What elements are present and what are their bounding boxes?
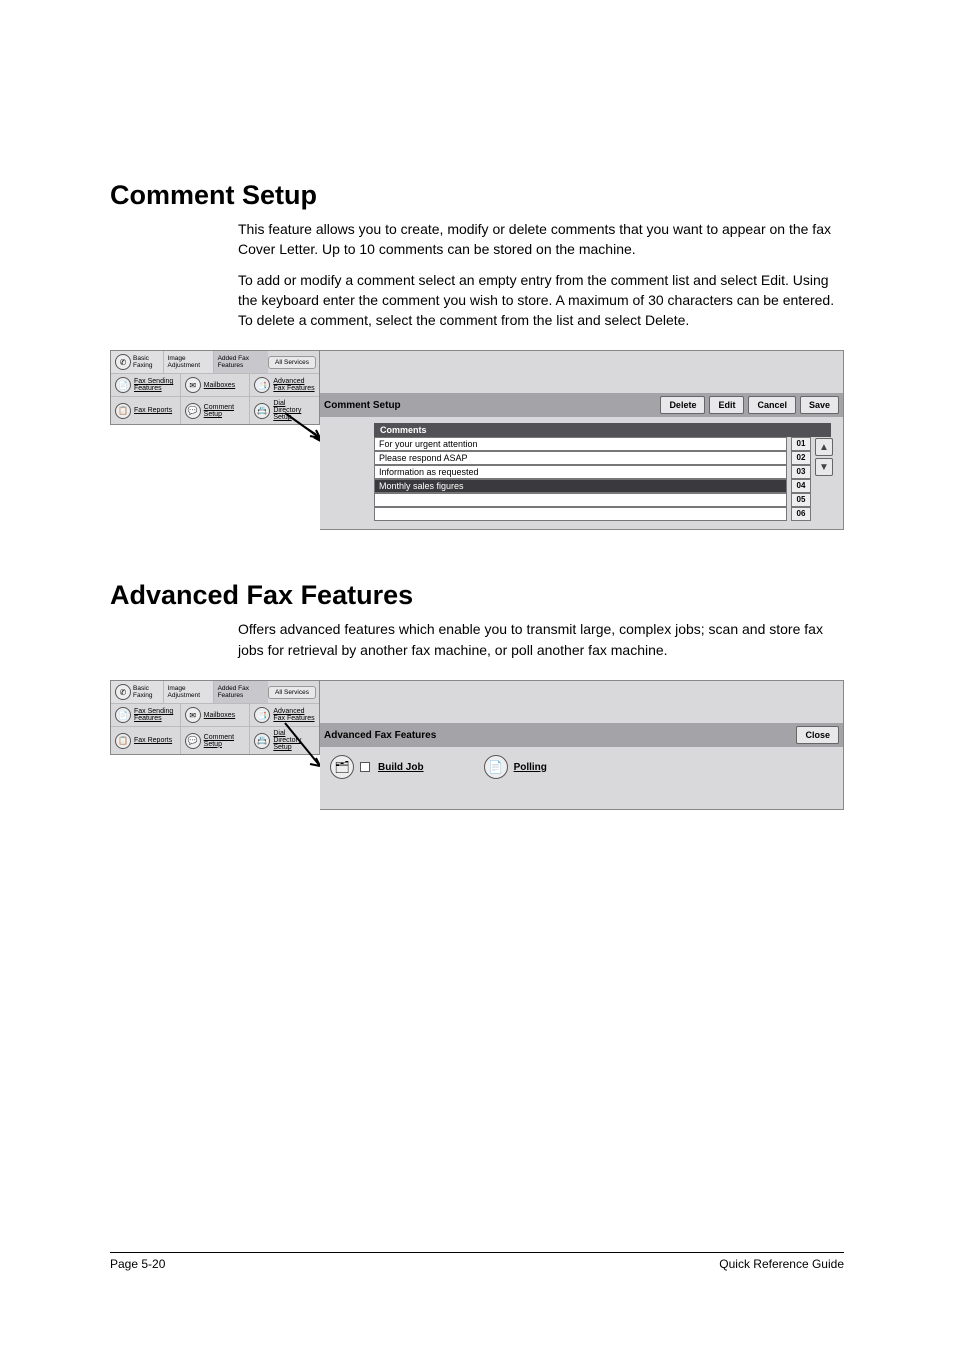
tab-image-adjustment[interactable]: Image Adjustment bbox=[164, 351, 214, 373]
comment-index: 01 bbox=[791, 437, 811, 451]
tab-label: Added Fax Features bbox=[218, 355, 264, 369]
all-services-button[interactable]: All Services bbox=[268, 356, 316, 369]
delete-button[interactable]: Delete bbox=[660, 396, 705, 414]
comment-index: 03 bbox=[791, 465, 811, 479]
comment-index: 02 bbox=[791, 451, 811, 465]
btn-comment-setup[interactable]: 💬 Comment Setup bbox=[181, 727, 251, 754]
btn-label: Fax Reports bbox=[134, 407, 172, 414]
advanced-icon: 📑 bbox=[254, 377, 270, 393]
polling-label: Polling bbox=[514, 762, 547, 773]
tab-label: Basic Faxing bbox=[133, 685, 159, 699]
comment-text: Monthly sales figures bbox=[374, 479, 787, 493]
comment-row[interactable]: 06 bbox=[374, 507, 815, 521]
btn-mailboxes[interactable]: ✉ Mailboxes bbox=[181, 704, 251, 726]
save-button[interactable]: Save bbox=[800, 396, 839, 414]
reports-icon: 📋 bbox=[115, 733, 131, 749]
btn-label: Comment Setup bbox=[204, 734, 246, 748]
comment-index: 06 bbox=[791, 507, 811, 521]
footer-page-number: Page 5-20 bbox=[110, 1257, 165, 1271]
btn-fax-sending[interactable]: 📄 Fax Sending Features bbox=[111, 704, 181, 726]
screenshot-comment-setup: ✆ Basic Faxing Image Adjustment Added Fa… bbox=[110, 350, 844, 530]
panel-title: Advanced Fax Features bbox=[324, 730, 792, 741]
fax-icon: ✆ bbox=[115, 684, 131, 700]
btn-label: Comment Setup bbox=[204, 404, 246, 418]
tab-added-fax-features[interactable]: Added Fax Features bbox=[214, 681, 268, 703]
tab-label: Image Adjustment bbox=[168, 355, 209, 369]
btn-label: Fax Reports bbox=[134, 737, 172, 744]
tab-label: Image Adjustment bbox=[168, 685, 209, 699]
advanced-fax-panel: Advanced Fax Features Close 🗂 Build Job … bbox=[320, 680, 844, 810]
build-job-label: Build Job bbox=[378, 762, 424, 773]
document-icon: 📄 bbox=[115, 707, 131, 723]
page-footer: Page 5-20 Quick Reference Guide bbox=[110, 1252, 844, 1271]
comment-row[interactable]: Please respond ASAP 02 bbox=[374, 451, 815, 465]
comment-row[interactable]: 05 bbox=[374, 493, 815, 507]
close-button[interactable]: Close bbox=[796, 726, 839, 744]
btn-label: Fax Sending Features bbox=[134, 708, 176, 722]
tab-added-fax-features[interactable]: Added Fax Features bbox=[214, 351, 268, 373]
fax-icon: ✆ bbox=[115, 354, 131, 370]
btn-fax-reports[interactable]: 📋 Fax Reports bbox=[111, 727, 181, 754]
comment-text: Information as requested bbox=[374, 465, 787, 479]
comment-index: 05 bbox=[791, 493, 811, 507]
btn-fax-reports[interactable]: 📋 Fax Reports bbox=[111, 397, 181, 424]
checkbox-icon bbox=[360, 762, 370, 772]
directory-icon: 📇 bbox=[254, 403, 270, 419]
cancel-button[interactable]: Cancel bbox=[748, 396, 796, 414]
btn-comment-setup[interactable]: 💬 Comment Setup bbox=[181, 397, 251, 424]
advanced-icon: 📑 bbox=[254, 707, 270, 723]
comment-row[interactable]: For your urgent attention 01 bbox=[374, 437, 815, 451]
comment-row[interactable]: Information as requested 03 bbox=[374, 465, 815, 479]
comment-icon: 💬 bbox=[185, 403, 201, 419]
tab-image-adjustment[interactable]: Image Adjustment bbox=[164, 681, 214, 703]
all-services-button[interactable]: All Services bbox=[268, 686, 316, 699]
tab-label: Basic Faxing bbox=[133, 355, 159, 369]
tab-label: Added Fax Features bbox=[218, 685, 264, 699]
btn-label: Mailboxes bbox=[204, 712, 236, 719]
comment-icon: 💬 bbox=[185, 733, 201, 749]
tab-basic-faxing[interactable]: ✆ Basic Faxing bbox=[111, 351, 164, 373]
edit-button[interactable]: Edit bbox=[709, 396, 744, 414]
comment-index: 04 bbox=[791, 479, 811, 493]
scroll-down-button[interactable]: ▼ bbox=[815, 458, 833, 476]
mailbox-icon: ✉ bbox=[185, 707, 201, 723]
btn-fax-sending[interactable]: 📄 Fax Sending Features bbox=[111, 374, 181, 396]
comments-header: Comments bbox=[374, 423, 831, 437]
comment-text: For your urgent attention bbox=[374, 437, 787, 451]
build-job-button[interactable]: 🗂 Build Job bbox=[330, 755, 424, 779]
footer-doc-title: Quick Reference Guide bbox=[719, 1257, 844, 1271]
comment-text bbox=[374, 507, 787, 521]
tab-basic-faxing[interactable]: ✆ Basic Faxing bbox=[111, 681, 164, 703]
screenshot-advanced-fax: ✆ Basic Faxing Image Adjustment Added Fa… bbox=[110, 680, 844, 810]
directory-icon: 📇 bbox=[254, 733, 270, 749]
polling-icon: 📄 bbox=[484, 755, 508, 779]
btn-advanced-fax[interactable]: 📑 Advanced Fax Features bbox=[250, 374, 319, 396]
btn-mailboxes[interactable]: ✉ Mailboxes bbox=[181, 374, 251, 396]
comment-text bbox=[374, 493, 787, 507]
para-comment-setup-1: This feature allows you to create, modif… bbox=[110, 219, 844, 260]
reports-icon: 📋 bbox=[115, 403, 131, 419]
comment-row[interactable]: Monthly sales figures 04 bbox=[374, 479, 815, 493]
polling-button[interactable]: 📄 Polling bbox=[484, 755, 547, 779]
panel-title: Comment Setup bbox=[324, 400, 656, 411]
btn-label: Fax Sending Features bbox=[134, 378, 176, 392]
build-job-icon: 🗂 bbox=[330, 755, 354, 779]
para-advanced-fax-1: Offers advanced features which enable yo… bbox=[110, 619, 844, 660]
btn-label: Advanced Fax Features bbox=[273, 378, 315, 392]
comment-setup-panel: Comment Setup Delete Edit Cancel Save Co… bbox=[320, 350, 844, 530]
document-icon: 📄 bbox=[115, 377, 131, 393]
btn-label: Mailboxes bbox=[204, 382, 236, 389]
section-title-comment-setup: Comment Setup bbox=[110, 180, 844, 211]
section-title-advanced-fax: Advanced Fax Features bbox=[110, 580, 844, 611]
scroll-up-button[interactable]: ▲ bbox=[815, 438, 833, 456]
comment-text: Please respond ASAP bbox=[374, 451, 787, 465]
para-comment-setup-2: To add or modify a comment select an emp… bbox=[110, 270, 844, 331]
mailbox-icon: ✉ bbox=[185, 377, 201, 393]
